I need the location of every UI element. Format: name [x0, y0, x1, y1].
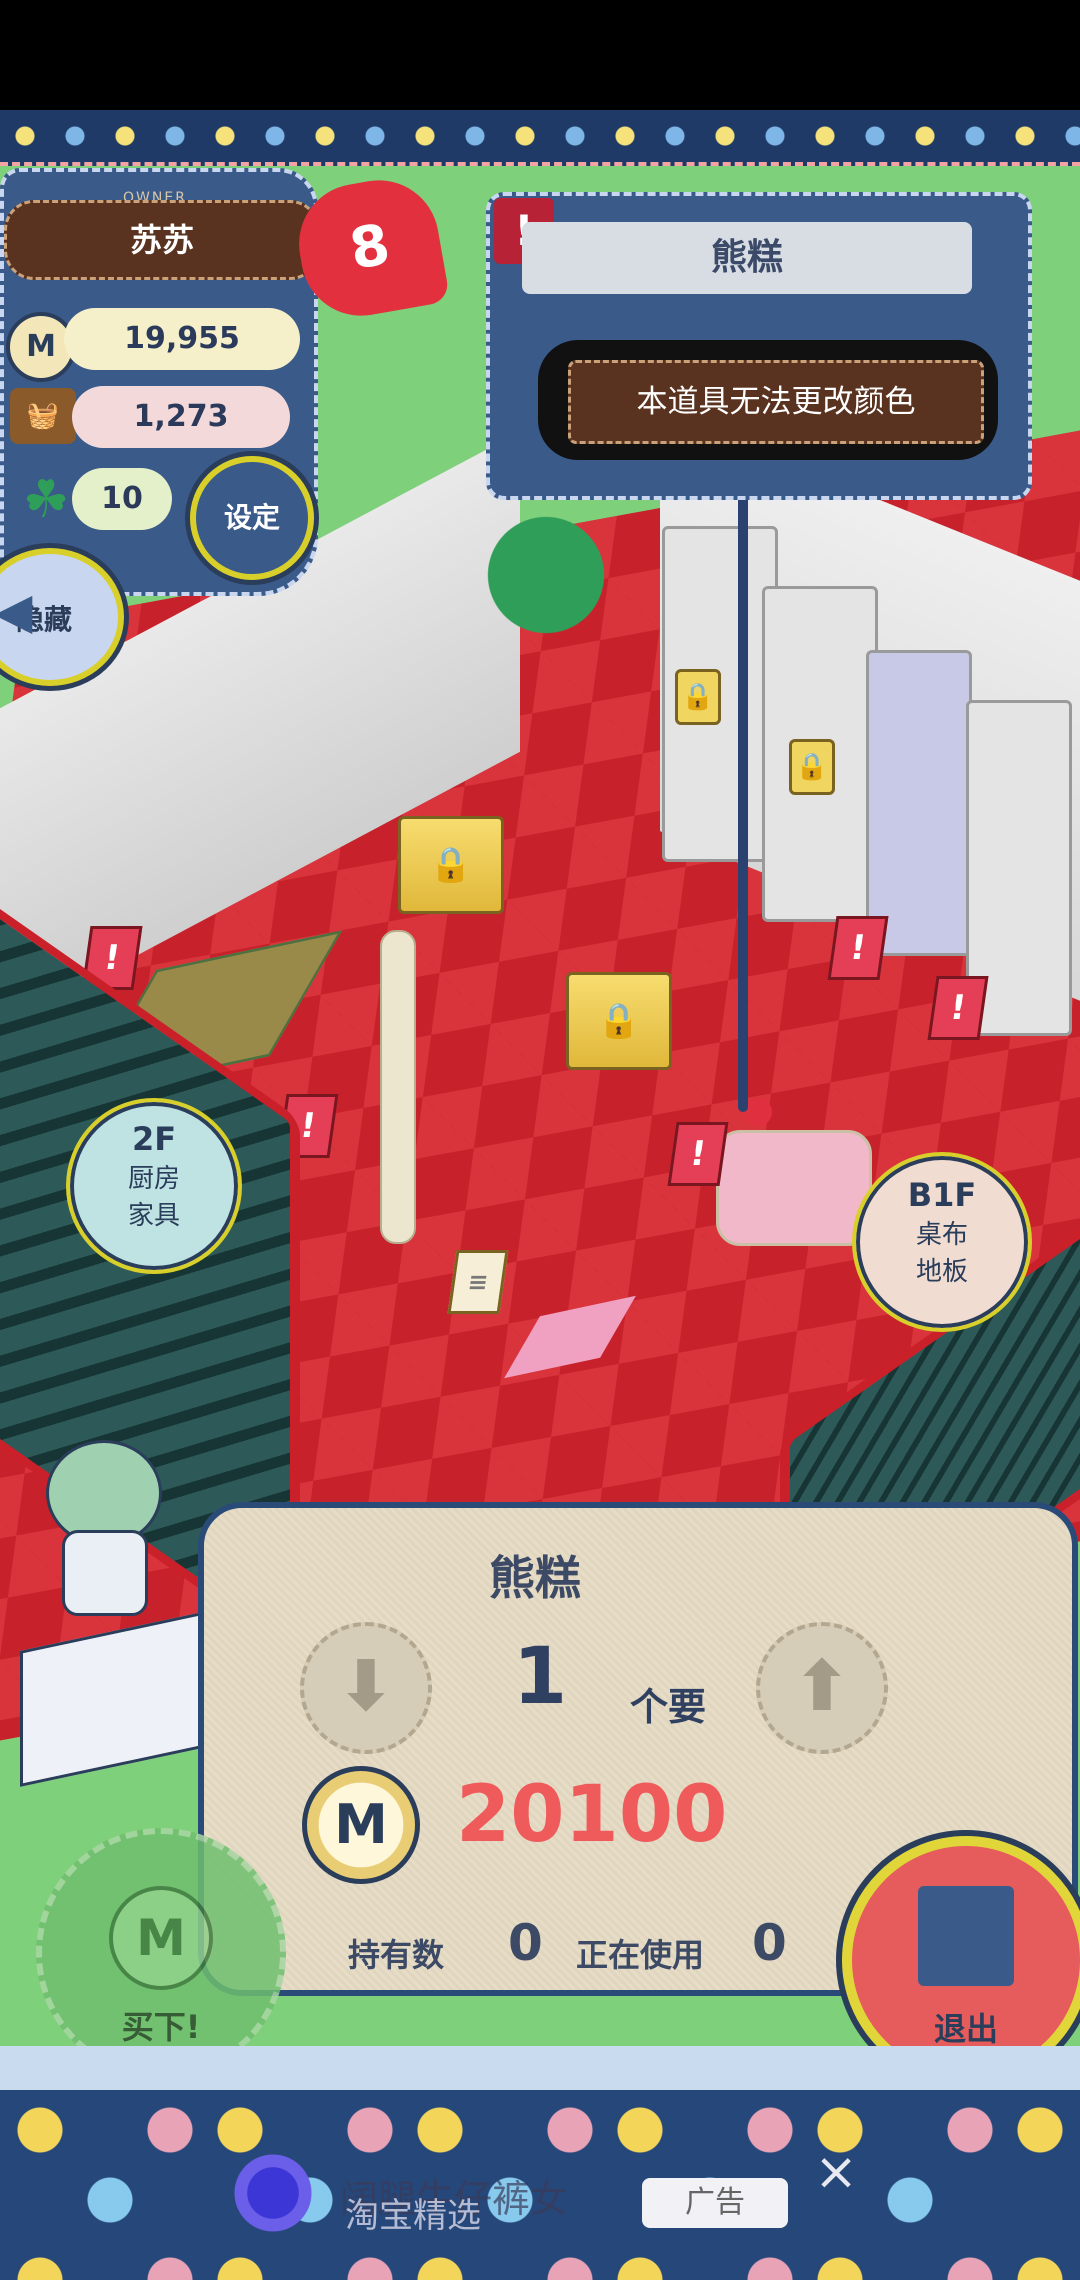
- top-star-border: [0, 110, 1080, 166]
- purchase-item-title: 熊糕: [489, 1551, 581, 1605]
- menu-sign[interactable]: ≡: [447, 1250, 509, 1314]
- in-use-value: 0: [752, 1914, 787, 1972]
- floor-category: 厨房: [127, 1164, 180, 1194]
- floor-category: 家具: [127, 1201, 180, 1231]
- owned-count-label: 持有数: [348, 1936, 445, 1974]
- owner-name: 苏苏: [4, 200, 320, 280]
- ad-tag: 广告: [642, 2178, 788, 2228]
- settings-button[interactable]: 设定: [190, 456, 314, 580]
- potted-plant[interactable]: [486, 500, 606, 650]
- lock-icon: 🔒: [789, 739, 835, 795]
- coin-balance: 19,955: [64, 308, 300, 370]
- ad-subtext[interactable]: 淘宝精选: [345, 2188, 545, 2237]
- floor-category: 桌布: [915, 1220, 968, 1250]
- floor-label: 2F: [131, 1120, 177, 1158]
- coin-icon: M: [302, 1766, 420, 1884]
- quantity-unit: 个要: [629, 1685, 706, 1729]
- increase-quantity-button[interactable]: ⬆: [756, 1622, 888, 1754]
- wall-panel-locked-1[interactable]: 🔒: [662, 526, 778, 862]
- clover-icon: ☘: [22, 470, 70, 530]
- warning-sign[interactable]: !: [667, 1122, 729, 1186]
- bear-cake-item[interactable]: [716, 1130, 872, 1246]
- item-name: 熊糕: [522, 222, 972, 294]
- ingredient-balance: 1,273: [72, 386, 290, 448]
- quantity-value: 1: [512, 1632, 568, 1722]
- buy-button[interactable]: M 买下!: [36, 1828, 286, 2078]
- floor-b1f-button[interactable]: B1F 桌布 地板: [852, 1152, 1032, 1332]
- system-top-bar: [0, 0, 1080, 110]
- buy-label: 买下!: [121, 2008, 201, 2046]
- wall-panel-locked-2[interactable]: 🔒: [762, 586, 878, 922]
- exit-door-icon: [918, 1886, 1014, 1986]
- exit-label: 退出: [933, 2010, 998, 2048]
- floor-category: 地板: [915, 1257, 968, 1287]
- clover-balance: 10: [72, 468, 172, 530]
- bottom-star-border: [0, 2046, 1080, 2090]
- locked-box-1[interactable]: 🔒: [398, 816, 504, 914]
- ad-logo-icon[interactable]: [228, 2148, 318, 2238]
- left-arrow-icon: ◀: [0, 582, 33, 640]
- ingredient-basket-icon: 🧺: [10, 388, 76, 444]
- up-arrow-icon: ⬆: [792, 1645, 852, 1727]
- price-value: 20100: [456, 1770, 728, 1860]
- owned-count-value: 0: [508, 1914, 543, 1972]
- lock-icon: 🔒: [675, 669, 721, 725]
- floor-2f-button[interactable]: 2F 厨房 家具: [66, 1098, 242, 1274]
- decrease-quantity-button[interactable]: ⬇: [300, 1622, 432, 1754]
- locked-box-2[interactable]: 🔒: [566, 972, 672, 1070]
- down-arrow-icon: ⬇: [336, 1645, 396, 1727]
- ad-close-icon[interactable]: ×: [808, 2144, 864, 2200]
- bear-mascot: [26, 1420, 176, 1620]
- item-color-note: 本道具无法更改颜色: [568, 360, 984, 444]
- warning-sign[interactable]: !: [827, 916, 889, 980]
- pillar[interactable]: [380, 930, 416, 1244]
- in-use-label: 正在使用: [576, 1936, 705, 1974]
- claw-rope: [738, 492, 748, 1112]
- window-panel[interactable]: [866, 650, 972, 956]
- warning-sign[interactable]: !: [927, 976, 989, 1040]
- coin-icon: M: [109, 1886, 213, 1990]
- floor-label: B1F: [907, 1176, 977, 1214]
- claw-ball: [744, 1098, 772, 1126]
